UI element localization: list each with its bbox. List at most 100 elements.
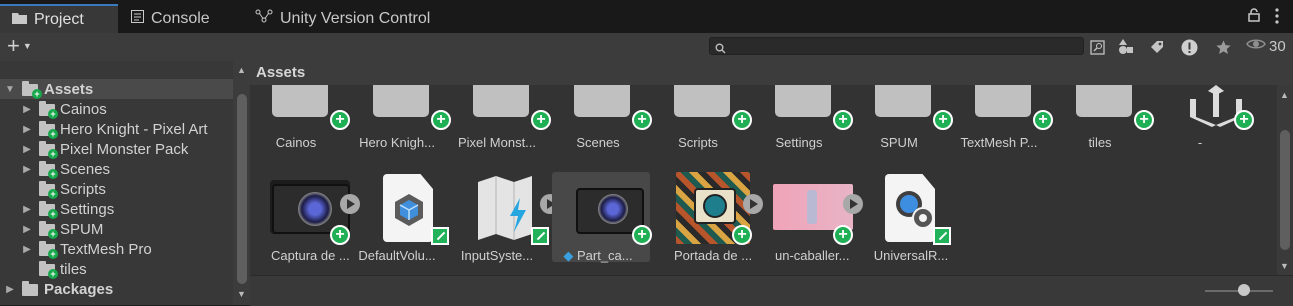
asset-part-camera[interactable]: + ◆ Part_ca... bbox=[552, 172, 652, 263]
filter-by-type-icon[interactable] bbox=[1115, 36, 1137, 58]
tree-scrollbar-thumb[interactable] bbox=[237, 94, 247, 284]
breadcrumb-assets[interactable]: Assets bbox=[256, 64, 305, 81]
tree-item-pixel-monster-pack[interactable]: ▶ + Pixel Monster Pack bbox=[0, 139, 233, 159]
asset-label: Settings bbox=[775, 135, 823, 150]
tree-item-spum[interactable]: ▶ + SPUM bbox=[0, 219, 233, 239]
asset-folder-spum[interactable]: + SPUM bbox=[853, 85, 953, 175]
add-badge-icon: + bbox=[32, 89, 42, 99]
expand-arrow-icon[interactable]: ▼ bbox=[5, 84, 15, 95]
asset-breadcrumb-bar: Assets bbox=[250, 61, 1293, 85]
eye-icon bbox=[1246, 37, 1266, 55]
expand-arrow-icon[interactable]: ▶ bbox=[22, 204, 32, 215]
asset-folder-scenes[interactable]: + Scenes bbox=[552, 85, 652, 175]
asset-unity-item[interactable]: + - bbox=[1154, 85, 1254, 175]
edit-badge-icon bbox=[933, 227, 951, 245]
console-icon bbox=[131, 9, 144, 28]
add-badge-icon: + bbox=[1234, 110, 1254, 130]
folder-icon bbox=[22, 281, 38, 296]
more-options-icon[interactable] bbox=[1275, 8, 1279, 28]
add-badge-icon: + bbox=[833, 110, 853, 130]
tree-item-scenes[interactable]: ▶ + Scenes bbox=[0, 159, 233, 179]
asset-captura[interactable]: + Captura de ... bbox=[250, 172, 360, 263]
hidden-count: 30 bbox=[1269, 37, 1286, 55]
asset-portada[interactable]: + Portada de ... bbox=[652, 172, 763, 263]
folder-icon bbox=[775, 85, 831, 117]
scroll-up-icon[interactable]: ▲ bbox=[237, 65, 246, 75]
project-tree: ▼ + Assets ▶ + Cainos ▶ + Hero Knight - … bbox=[0, 61, 233, 305]
camera-image-thumbnail bbox=[574, 184, 644, 234]
scroll-down-icon[interactable]: ▼ bbox=[1280, 261, 1289, 271]
tree-item-cainos[interactable]: ▶ + Cainos bbox=[0, 99, 233, 119]
asset-label: UniversalR... bbox=[873, 248, 949, 263]
asset-default-volume[interactable]: DefaultVolu... bbox=[351, 172, 449, 263]
tree-item-tiles[interactable]: + tiles bbox=[0, 259, 233, 279]
asset-caballero[interactable]: + un-caballer... bbox=[753, 172, 863, 263]
label-icon[interactable] bbox=[1146, 36, 1168, 58]
expand-arrow-icon[interactable]: ▶ bbox=[22, 224, 32, 235]
expand-arrow-icon[interactable]: ▶ bbox=[22, 164, 32, 175]
asset-folder-tiles[interactable]: + tiles bbox=[1054, 85, 1154, 175]
add-badge-icon: + bbox=[48, 149, 58, 159]
asset-label: DefaultVolu... bbox=[358, 248, 436, 263]
tab-project[interactable]: Project bbox=[0, 4, 118, 33]
icon-size-slider-handle[interactable] bbox=[1238, 284, 1250, 296]
expand-arrow-icon[interactable]: ▶ bbox=[5, 284, 15, 295]
asset-folder-cainos[interactable]: + Cainos bbox=[250, 85, 350, 175]
asset-folder-settings[interactable]: + Settings bbox=[753, 85, 853, 175]
tree-item-label: Cainos bbox=[60, 100, 107, 118]
tree-item-label: Hero Knight - Pixel Art bbox=[60, 120, 208, 138]
project-toolbar: + ▼ 30 bbox=[0, 33, 1293, 62]
log-filter-icon[interactable] bbox=[1178, 36, 1200, 58]
asset-folder-textmesh-pro[interactable]: + TextMesh P... bbox=[953, 85, 1053, 175]
folder-icon bbox=[12, 11, 27, 29]
asset-input-system[interactable]: InputSyste... bbox=[451, 172, 560, 263]
tree-item-textmesh-pro[interactable]: ▶ + TextMesh Pro bbox=[0, 239, 233, 259]
add-badge-icon: + bbox=[1134, 110, 1154, 130]
tab-version-control[interactable]: Unity Version Control bbox=[255, 4, 430, 33]
asset-folder-hero-knight[interactable]: + Hero Knigh... bbox=[351, 85, 451, 175]
asset-label: TextMesh P... bbox=[960, 135, 1038, 150]
tree-scrollbar[interactable]: ▲ ▼ bbox=[233, 61, 250, 305]
create-dropdown-button[interactable]: + ▼ bbox=[7, 34, 32, 58]
expand-arrow-icon[interactable]: ▶ bbox=[22, 244, 32, 255]
add-badge-icon: + bbox=[330, 225, 350, 245]
expand-arrow-icon[interactable]: ▶ bbox=[22, 144, 32, 155]
add-badge-icon: + bbox=[632, 110, 652, 130]
volume-profile-icon bbox=[395, 194, 423, 226]
tree-item-settings[interactable]: ▶ + Settings bbox=[0, 199, 233, 219]
hidden-packages-toggle[interactable]: 30 bbox=[1246, 37, 1286, 55]
expand-arrow-icon[interactable]: ▶ bbox=[22, 124, 32, 135]
tab-label: Unity Version Control bbox=[280, 9, 431, 27]
scroll-up-icon[interactable]: ▲ bbox=[1280, 90, 1289, 100]
render-pipeline-gear-icon bbox=[896, 191, 934, 229]
add-badge-icon: + bbox=[330, 110, 350, 130]
scroll-down-icon[interactable]: ▼ bbox=[237, 289, 246, 299]
edit-badge-icon bbox=[531, 227, 549, 245]
lens-icon bbox=[703, 194, 727, 218]
asset-folder-scripts[interactable]: + Scripts bbox=[652, 85, 752, 175]
expand-arrow-icon[interactable]: ▶ bbox=[22, 104, 32, 115]
add-badge-icon: + bbox=[632, 225, 652, 245]
folder-icon bbox=[875, 85, 931, 117]
tab-console[interactable]: Console bbox=[131, 4, 210, 33]
asset-label: Hero Knigh... bbox=[359, 135, 435, 150]
tree-item-hero-knight[interactable]: ▶ + Hero Knight - Pixel Art bbox=[0, 119, 233, 139]
grid-scrollbar-thumb[interactable] bbox=[1280, 130, 1290, 250]
lock-icon[interactable] bbox=[1248, 8, 1260, 25]
tree-item-packages[interactable]: ▶ Packages bbox=[0, 279, 233, 299]
lens-icon bbox=[298, 192, 332, 226]
asset-label: tiles bbox=[1088, 135, 1112, 150]
folder-icon bbox=[975, 85, 1031, 117]
asset-folder-pixel-monster[interactable]: + Pixel Monst... bbox=[451, 85, 551, 175]
tree-item-scripts[interactable]: + Scripts bbox=[0, 179, 233, 199]
tree-item-assets[interactable]: ▼ + Assets bbox=[0, 79, 233, 99]
search-by-type-icon[interactable] bbox=[1086, 36, 1108, 58]
tree-item-label: Packages bbox=[44, 280, 114, 298]
search-input[interactable] bbox=[709, 37, 1084, 55]
add-badge-icon: + bbox=[48, 189, 58, 199]
favorite-icon[interactable] bbox=[1212, 36, 1234, 58]
grid-scrollbar[interactable]: ▲ ▼ bbox=[1277, 85, 1293, 275]
tree-item-label: Assets bbox=[44, 80, 94, 98]
add-badge-icon: + bbox=[531, 110, 551, 130]
asset-universal-render[interactable]: UniversalR... bbox=[853, 172, 951, 263]
